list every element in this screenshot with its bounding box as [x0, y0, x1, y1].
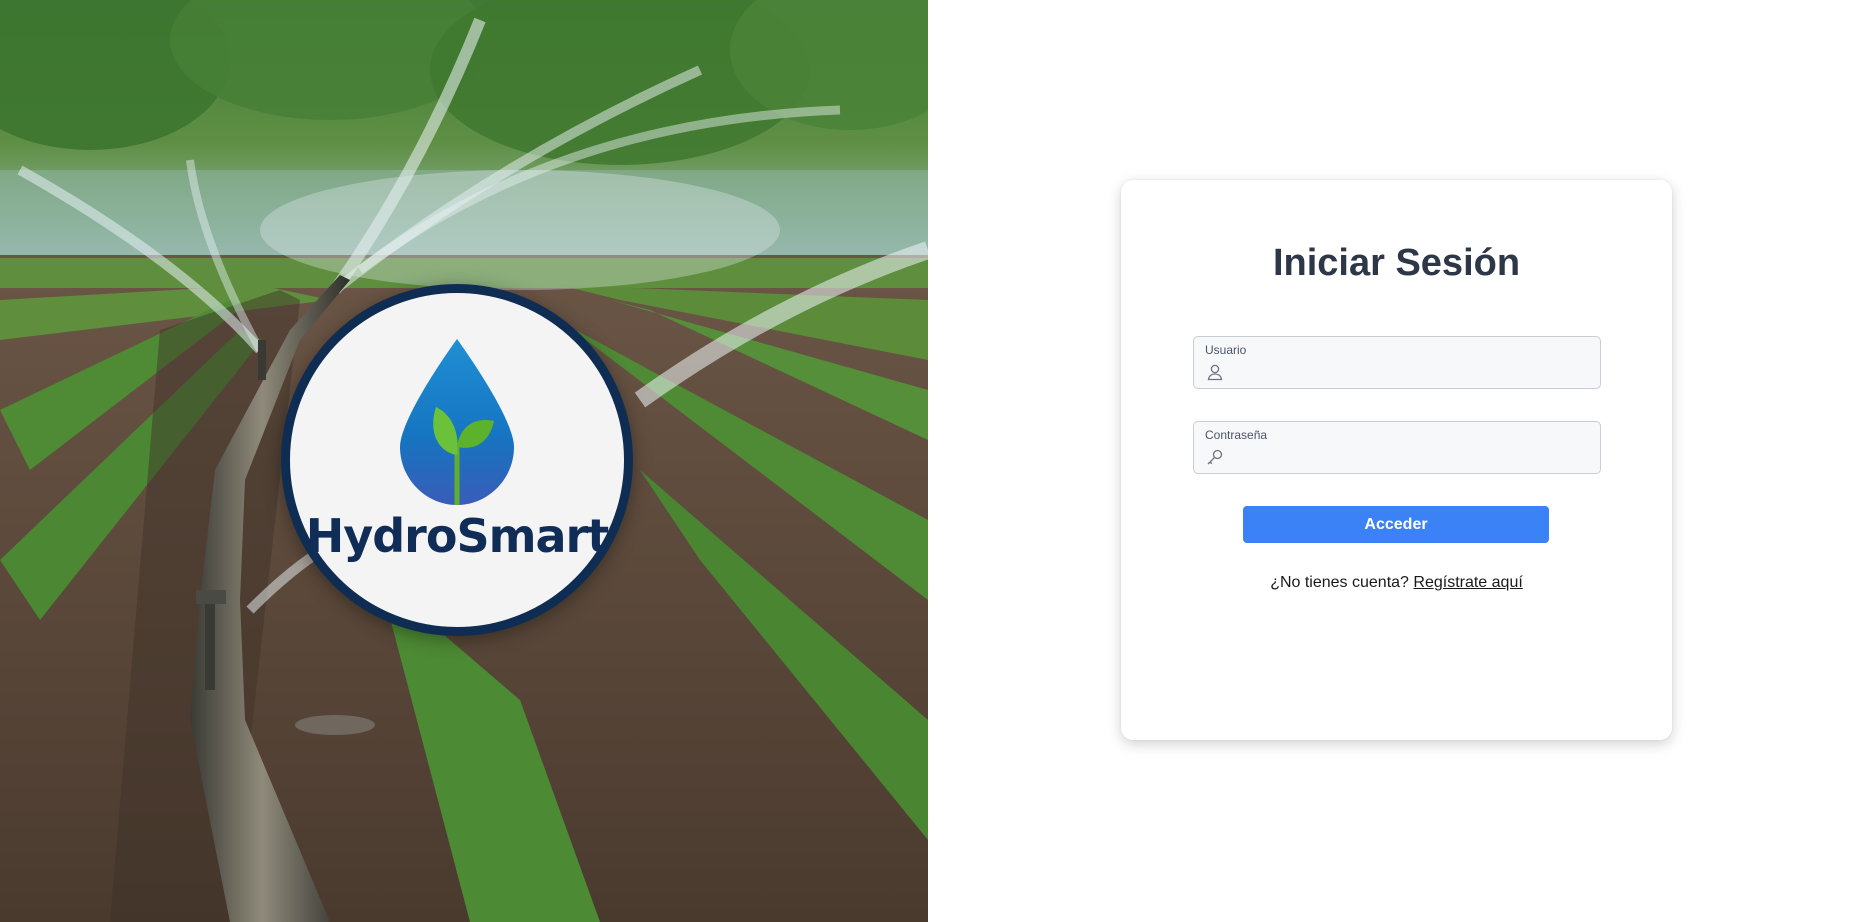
password-field[interactable]: Contraseña — [1193, 421, 1601, 474]
page-title: Iniciar Sesión — [1272, 242, 1521, 284]
login-submit-button[interactable]: Acceder — [1243, 506, 1549, 543]
hero-image-panel: HydroSmart — [0, 0, 928, 922]
water-drop-sprout-icon — [400, 339, 514, 505]
key-icon — [1207, 449, 1223, 465]
user-icon — [1207, 364, 1223, 381]
register-prompt-line: ¿No tienes cuenta? Regístrate aquí — [1121, 574, 1672, 592]
username-field[interactable]: Usuario — [1193, 336, 1601, 389]
username-input[interactable] — [1230, 361, 1590, 383]
password-input[interactable] — [1230, 446, 1590, 468]
login-panel: Iniciar Sesión Usuario Contraseña Accede… — [928, 0, 1862, 922]
username-label: Usuario — [1205, 343, 1247, 357]
login-card: Iniciar Sesión Usuario Contraseña Accede… — [1121, 180, 1672, 740]
brand-logo-badge: HydroSmart — [281, 284, 633, 636]
register-link[interactable]: Regístrate aquí — [1413, 574, 1522, 591]
brand-name: HydroSmart — [305, 509, 609, 563]
password-label: Contraseña — [1205, 428, 1268, 442]
register-prompt-text: ¿No tienes cuenta? — [1270, 574, 1409, 591]
login-page: HydroSmart Iniciar Sesión Usuario Contra… — [0, 0, 1862, 922]
